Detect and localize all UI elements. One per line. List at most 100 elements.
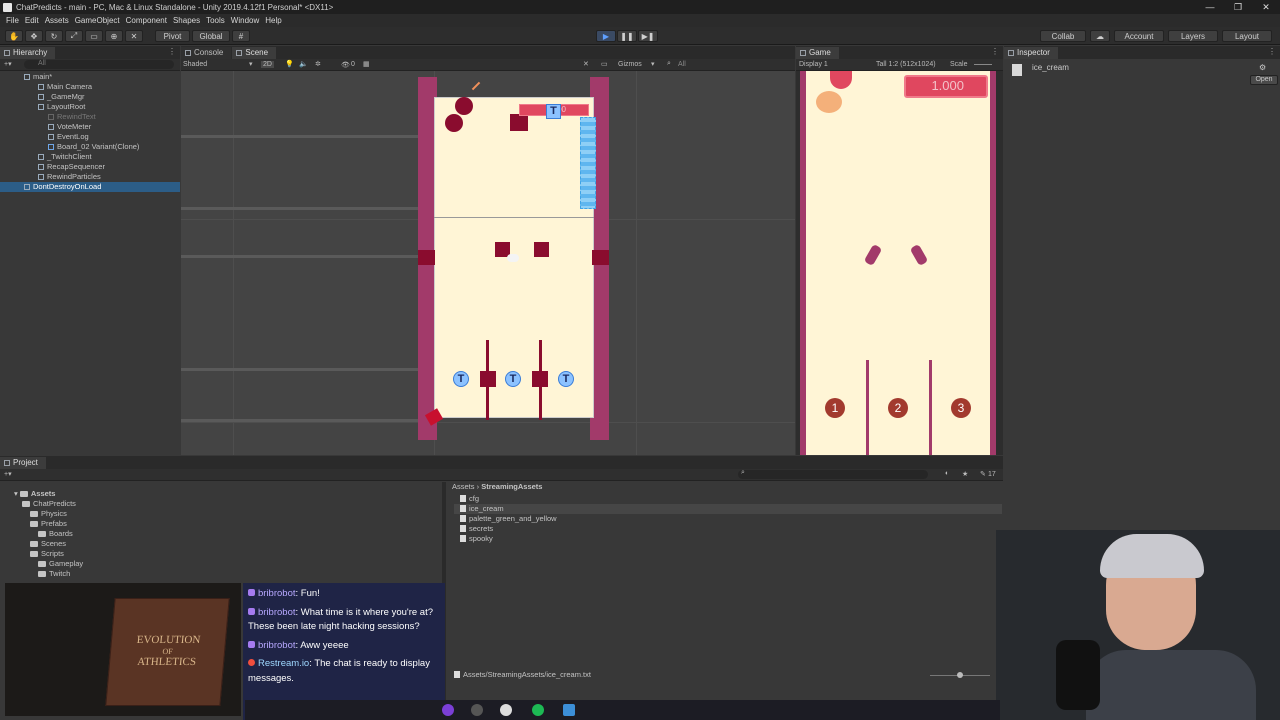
text-gizmo-icon[interactable]: T	[558, 371, 574, 387]
grid-toggle-icon[interactable]: ▦	[363, 60, 370, 68]
tree-item[interactable]: Physics	[30, 509, 67, 519]
file-item[interactable]: cfg	[460, 494, 479, 504]
menu-gameobject[interactable]: GameObject	[72, 16, 123, 25]
menu-edit[interactable]: Edit	[22, 16, 42, 25]
tree-item[interactable]: ▾ Assets	[14, 489, 55, 499]
scene-block[interactable]	[480, 371, 496, 387]
hierarchy-item[interactable]: VoteMeter	[0, 122, 180, 132]
scene-search-input[interactable]: All	[678, 61, 686, 68]
grid-snap-button[interactable]: #	[232, 30, 250, 42]
tree-item[interactable]: Gameplay	[38, 559, 83, 569]
scene-block[interactable]	[532, 371, 548, 387]
hierarchy-item[interactable]: main*	[0, 72, 180, 82]
game-viewport[interactable]: 1.000 1 2 3	[796, 71, 1003, 455]
hierarchy-item[interactable]: DontDestroyOnLoad	[0, 182, 180, 192]
scene-ball[interactable]	[455, 97, 473, 115]
tab-game[interactable]: Game	[796, 47, 839, 59]
tree-item[interactable]: Scenes	[30, 539, 66, 549]
breadcrumb-streamingassets[interactable]: StreamingAssets	[481, 482, 542, 491]
create-plus-icon[interactable]: +▾	[4, 60, 12, 68]
menu-tools[interactable]: Tools	[203, 16, 228, 25]
account-dropdown[interactable]: Account	[1114, 30, 1164, 42]
filter-icon[interactable]: ◐	[945, 470, 949, 477]
menu-window[interactable]: Window	[228, 16, 262, 25]
transform-tool-button[interactable]: ⊕	[105, 30, 123, 42]
scene-block[interactable]	[510, 114, 528, 131]
file-item[interactable]: secrets	[460, 524, 493, 534]
scene-block[interactable]	[592, 250, 609, 265]
tree-item[interactable]: Scripts	[30, 549, 64, 559]
layout-dropdown[interactable]: Layout	[1222, 30, 1272, 42]
tree-item[interactable]: Twitch	[38, 569, 70, 579]
play-button[interactable]: ▶	[596, 30, 616, 42]
maximize-button[interactable]: ❐	[1224, 2, 1252, 13]
settings-icon[interactable]: ⚙	[1259, 63, 1266, 72]
move-tool-button[interactable]: ✥	[25, 30, 43, 42]
tab-scene[interactable]: Scene	[232, 47, 277, 59]
hierarchy-item[interactable]: _GameMgr	[0, 92, 180, 102]
global-toggle[interactable]: Global	[192, 30, 230, 42]
chrome-app-icon[interactable]	[500, 704, 512, 716]
display-dropdown[interactable]: Display 1	[799, 61, 828, 68]
gizmos-dropdown[interactable]: Gizmos	[618, 61, 642, 68]
file-item[interactable]: ice_cream	[454, 504, 1002, 514]
tab-project[interactable]: Project	[0, 457, 46, 469]
scale-slider[interactable]	[974, 64, 992, 65]
layers-dropdown[interactable]: Layers	[1168, 30, 1218, 42]
menu-shapes[interactable]: Shapes	[170, 16, 203, 25]
hierarchy-item[interactable]: Main Camera	[0, 82, 180, 92]
tools-icon[interactable]: ✕	[583, 60, 589, 68]
menu-help[interactable]: Help	[262, 16, 284, 25]
effects-icon[interactable]: ✲	[315, 60, 321, 68]
tree-item[interactable]: ChatPredicts	[22, 499, 76, 509]
lighting-icon[interactable]: 💡	[285, 60, 294, 68]
obs-app-icon[interactable]	[471, 704, 483, 716]
step-button[interactable]: ▶❚	[638, 30, 658, 42]
hierarchy-item[interactable]: RecapSequencer	[0, 162, 180, 172]
2d-toggle[interactable]: 2D	[261, 61, 274, 68]
tab-hierarchy[interactable]: Hierarchy	[0, 47, 56, 59]
hand-tool-button[interactable]: ✋	[5, 30, 23, 42]
menu-file[interactable]: File	[3, 16, 22, 25]
tree-item[interactable]: Boards	[38, 529, 73, 539]
minimize-button[interactable]: —	[1196, 2, 1224, 12]
text-gizmo-icon[interactable]: T	[453, 371, 469, 387]
rotate-tool-button[interactable]: ↻	[45, 30, 63, 42]
hierarchy-item[interactable]: Board_02 Variant(Clone)	[0, 142, 180, 152]
panel-menu-icon[interactable]: ⋮	[168, 47, 176, 56]
hierarchy-item[interactable]: _TwitchClient	[0, 152, 180, 162]
close-button[interactable]: ✕	[1252, 2, 1280, 13]
custom-tool-button[interactable]: ✕	[125, 30, 143, 42]
tree-item[interactable]: Prefabs	[30, 519, 67, 529]
tab-console[interactable]: Console	[181, 47, 232, 59]
hierarchy-item[interactable]: LayoutRoot	[0, 102, 180, 112]
panel-menu-icon[interactable]: ⋮	[1268, 47, 1276, 56]
scene-viewport[interactable]: 1000 T T T T	[181, 71, 795, 455]
text-gizmo-icon[interactable]: T	[546, 104, 561, 119]
pivot-toggle[interactable]: Pivot	[155, 30, 190, 42]
collab-button[interactable]: Collab	[1040, 30, 1086, 42]
scale-tool-button[interactable]: ⤢	[65, 30, 83, 42]
icon-size-slider-thumb[interactable]	[957, 672, 963, 678]
file-item[interactable]: palette_green_and_yellow	[460, 514, 557, 524]
aspect-dropdown[interactable]: Tall 1:2 (512x1024)	[876, 61, 936, 68]
spotify-app-icon[interactable]	[532, 704, 544, 716]
text-gizmo-icon[interactable]: T	[505, 371, 521, 387]
open-button[interactable]: Open	[1250, 75, 1278, 85]
file-item[interactable]: spooky	[460, 534, 493, 544]
hierarchy-item[interactable]: RewindParticles	[0, 172, 180, 182]
pause-button[interactable]: ❚❚	[617, 30, 637, 42]
hidden-count-icon[interactable]: ✎	[980, 470, 986, 478]
hierarchy-item[interactable]: EventLog	[0, 132, 180, 142]
event-log-gizmo[interactable]	[580, 117, 596, 209]
menu-component[interactable]: Component	[123, 16, 170, 25]
hidden-layers-icon[interactable]: 👁	[341, 61, 350, 69]
hierarchy-search-input[interactable]: All	[24, 60, 174, 69]
twitch-app-icon[interactable]	[442, 704, 454, 716]
project-search-input[interactable]: ⌕	[738, 469, 928, 479]
breadcrumb-assets[interactable]: Assets	[452, 482, 475, 491]
vscode-app-icon[interactable]	[563, 704, 575, 716]
favorite-icon[interactable]: ★	[962, 470, 968, 478]
scene-block[interactable]	[534, 242, 549, 257]
camera-icon[interactable]: ▭	[601, 60, 608, 68]
